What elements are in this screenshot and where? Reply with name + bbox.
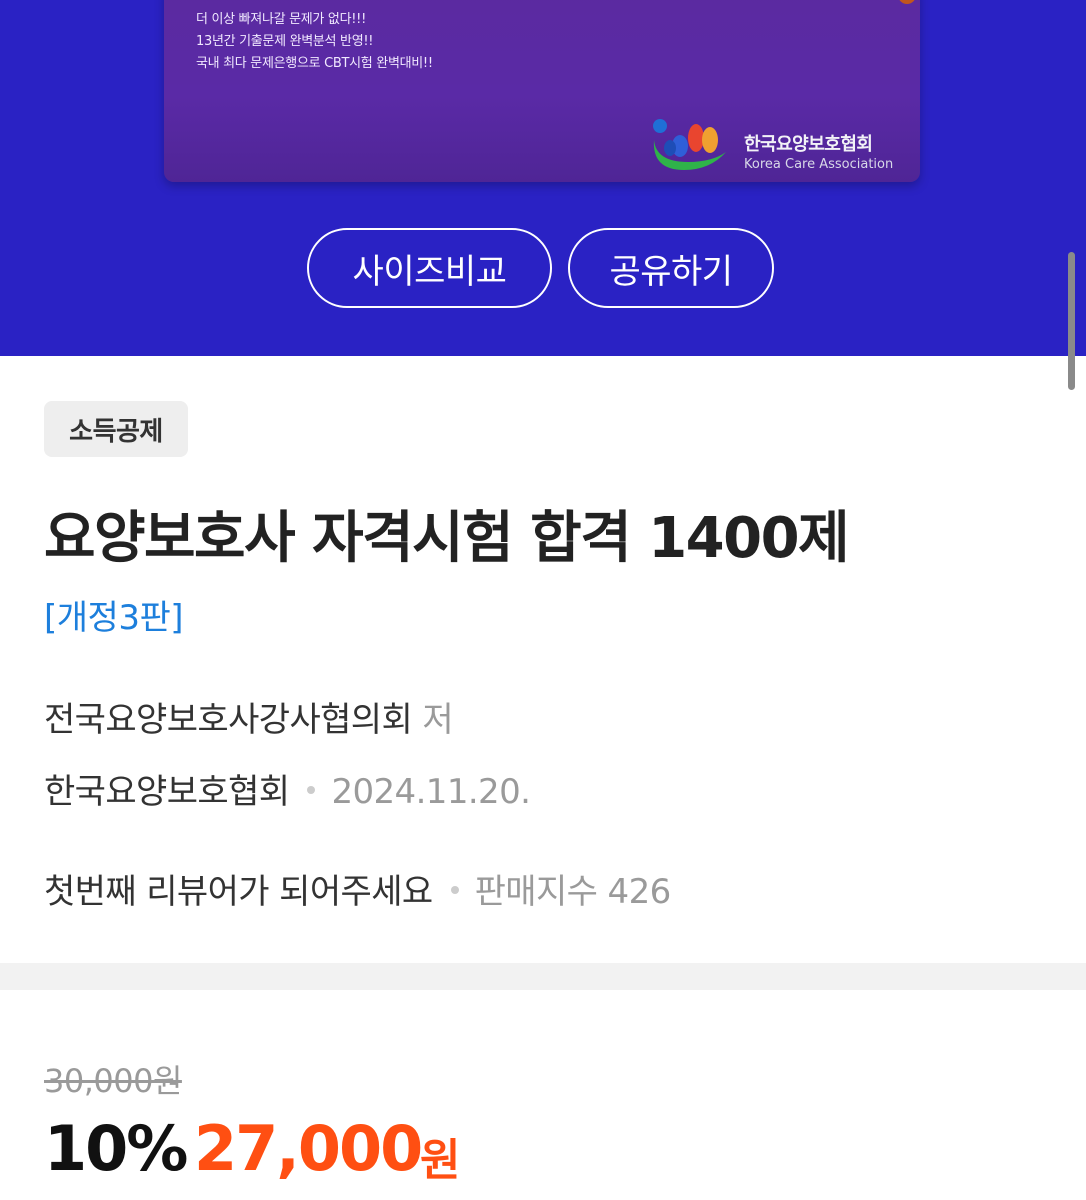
- currency-unit: 원: [420, 1135, 461, 1186]
- association-english-name: Korea Care Association: [744, 157, 894, 172]
- cover-decoration: [898, 0, 916, 4]
- section-divider: [0, 963, 1086, 990]
- author-suffix: 저: [422, 700, 454, 740]
- discount-rate: 10%: [44, 1112, 188, 1185]
- separator-dot: [307, 785, 316, 794]
- scrollbar-thumb[interactable]: [1068, 252, 1075, 390]
- cover-tagline-3: 국내 최다 문제은행으로 CBT시험 완벽대비!!: [196, 56, 433, 71]
- cover-tagline-2: 13년간 기출문제 완벽분석 반영!!: [196, 34, 374, 49]
- publish-date: 2024.11.20.: [331, 772, 531, 812]
- sales-index-value: 426: [607, 872, 672, 912]
- income-deduction-badge: 소득공제: [44, 401, 188, 457]
- separator-dot: [450, 885, 459, 894]
- book-cover-image[interactable]: 더 이상 빠져나갈 문제가 없다!!! 13년간 기출문제 완벽분석 반영!! …: [164, 0, 920, 182]
- size-compare-button[interactable]: 사이즈비교: [307, 228, 552, 308]
- sales-index-label: 판매지수: [474, 872, 598, 912]
- association-name: 한국요양보호협회: [744, 134, 873, 155]
- cover-tagline-1: 더 이상 빠져나갈 문제가 없다!!!: [196, 12, 366, 27]
- book-title: 요양보호사 자격시험 합격 1400제: [44, 506, 850, 571]
- share-button[interactable]: 공유하기: [568, 228, 774, 308]
- original-price: 30,000원: [44, 1062, 182, 1100]
- hero-banner: 더 이상 빠져나갈 문제가 없다!!! 13년간 기출문제 완벽분석 반영!! …: [0, 0, 1086, 356]
- publisher-link[interactable]: 한국요양보호협회: [44, 772, 290, 812]
- sale-price: 27,000: [194, 1112, 423, 1185]
- edition-label: [개정3판]: [44, 598, 184, 638]
- first-review-link[interactable]: 첫번째 리뷰어가 되어주세요: [44, 872, 433, 912]
- author-row: 전국요양보호사강사협의회 저: [44, 692, 454, 741]
- association-logo-icon: [653, 119, 726, 170]
- review-stats-row: 첫번째 리뷰어가 되어주세요 판매지수 426: [44, 864, 671, 913]
- publisher-row: 한국요양보호협회 2024.11.20.: [44, 764, 531, 813]
- author-link[interactable]: 전국요양보호사강사협의회: [44, 700, 413, 740]
